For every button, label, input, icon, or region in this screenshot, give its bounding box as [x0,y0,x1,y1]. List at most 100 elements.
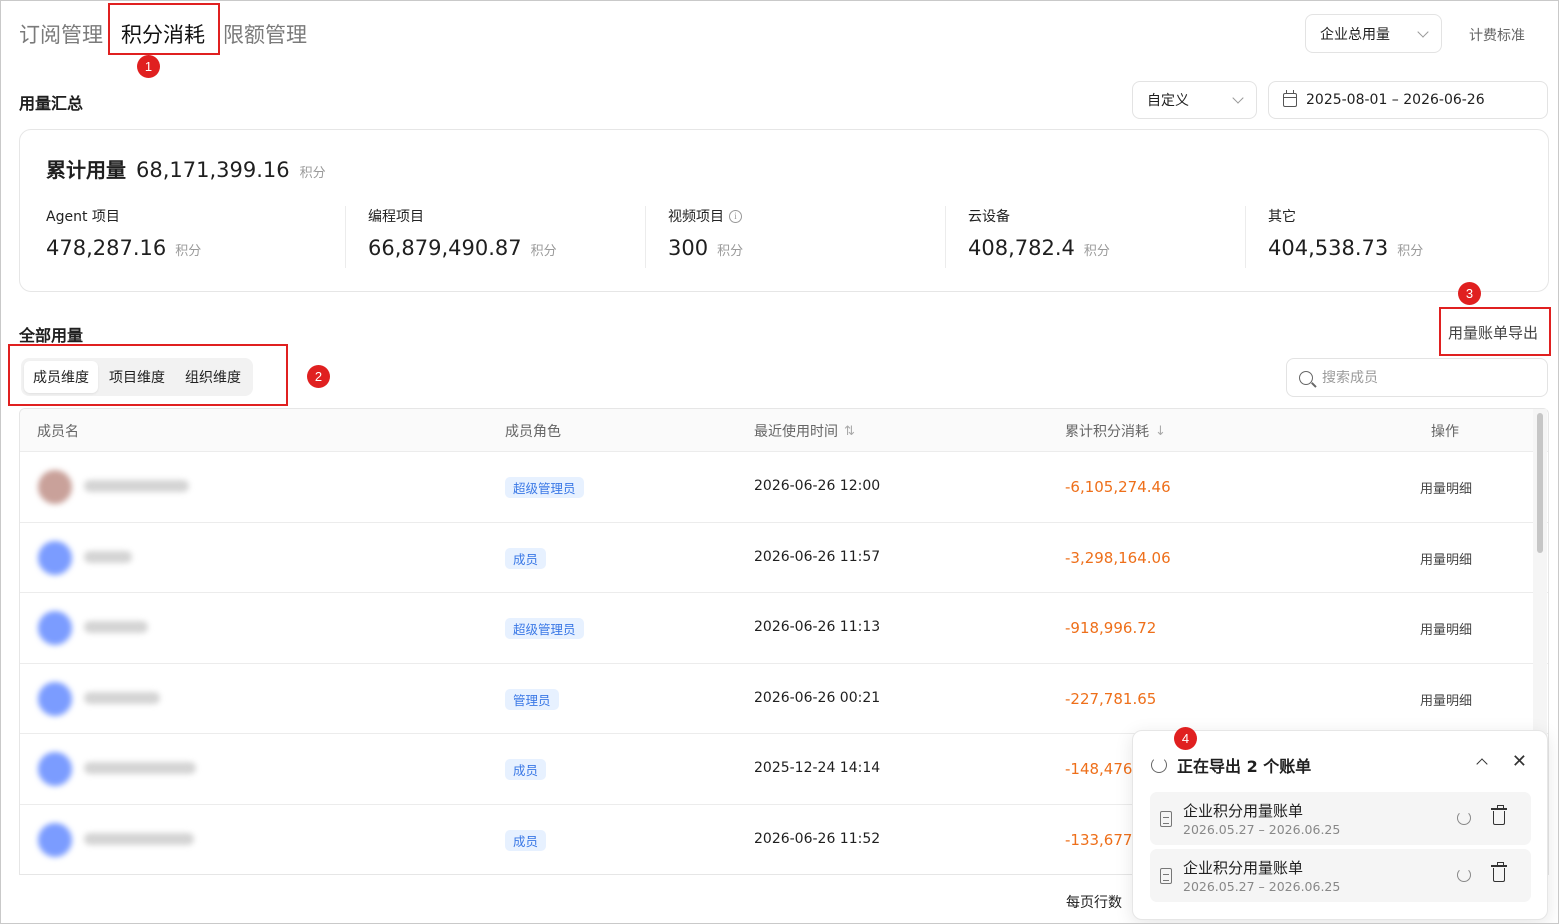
credit-consumption: -6,105,274.46 [1065,478,1171,496]
metric-cloud-device: 云设备 408,782.4 积分 [946,206,1246,268]
column-header-credits[interactable]: 累计积分消耗 ↓ [1065,421,1166,441]
total-usage-label: 累计用量 [46,158,126,182]
delete-icon[interactable] [1491,805,1507,825]
loading-spinner-icon [1457,811,1471,825]
info-icon[interactable]: i [729,209,742,223]
range-select-value: 自定义 [1147,93,1189,109]
role-tag: 成员 [505,759,547,780]
annotation-badge-4: 4 [1174,727,1197,750]
role-tag: 成员 [505,547,547,569]
tab-subscription[interactable]: 订阅管理 [19,17,103,51]
metric-value: 66,879,490.87 [368,236,522,260]
annotation-badge-2: 2 [307,365,330,388]
avatar [38,822,72,857]
app-frame: 订阅管理 积分消耗 限额管理 1 企业总用量 计费标准 用量汇总 自定义 202… [0,0,1559,924]
annotation-box-1 [108,3,220,55]
last-used-time: 2026-06-26 11:13 [754,619,881,635]
metric-value: 408,782.4 [968,236,1075,260]
search-icon [1299,370,1313,385]
export-panel-title: 正在导出 2 个账单 [1177,757,1312,776]
avatar [38,752,72,786]
metric-label: 编程项目 [368,209,424,225]
annotation-box-2 [8,344,288,406]
all-usage-title: 全部用量 [19,326,84,345]
member-search [1286,358,1548,397]
export-item-date: 2026.05.27 – 2026.06.25 [1183,822,1341,837]
column-header-action: 操作 [1431,424,1459,440]
scope-select[interactable]: 企业总用量 [1305,14,1442,53]
sort-icon[interactable]: ⇅ [844,424,855,439]
metric-label: 云设备 [968,209,1010,225]
range-select[interactable]: 自定义 [1132,81,1257,119]
metrics-row: Agent 项目 478,287.16 积分 编程项目 66,879,490.87… [46,206,1546,268]
metric-video: 视频项目 i 300 积分 [646,206,946,268]
metric-other: 其它 404,538.73 积分 [1246,206,1546,268]
annotation-badge-1: 1 [137,55,160,78]
last-used-time: 2026-06-26 00:21 [754,689,881,706]
avatar [38,540,72,575]
export-item: 企业积分用量账单 2026.05.27 – 2026.06.25 [1150,792,1531,845]
credit-consumption: -227,781.65 [1065,689,1157,708]
annotation-box-3 [1439,307,1551,356]
role-tag: 成员 [505,829,547,851]
role-tag: 管理员 [505,688,559,710]
member-name-blurred [84,621,148,633]
loading-spinner-icon [1151,757,1167,773]
usage-detail-link[interactable]: 用量明细 [1420,549,1472,568]
last-used-time: 2026-06-26 12:00 [754,478,881,494]
credit-consumption: -133,677. [1065,830,1138,849]
metric-unit: 积分 [1397,244,1424,259]
export-panel-actions: ✕ [1476,753,1527,771]
metric-coding: 编程项目 66,879,490.87 积分 [346,206,646,268]
loading-spinner-icon [1457,868,1471,882]
metric-agent: Agent 项目 478,287.16 积分 [46,206,346,268]
sort-desc-icon[interactable]: ↓ [1155,424,1166,439]
metric-value: 478,287.16 [46,236,167,260]
tab-quota-management[interactable]: 限额管理 [223,17,307,51]
column-header-label: 最近使用时间 [754,424,838,440]
metric-value: 404,538.73 [1268,236,1389,260]
search-input[interactable] [1322,369,1522,386]
metric-unit: 积分 [530,244,557,259]
column-header-role: 成员角色 [505,424,561,440]
collapse-icon[interactable] [1476,758,1488,770]
member-name-blurred [84,550,132,563]
file-icon [1160,811,1172,827]
usage-detail-link[interactable]: 用量明细 [1420,478,1472,497]
table-header: 成员名 成员角色 最近使用时间 ⇅ 累计积分消耗 ↓ 操作 [20,409,1548,452]
total-usage-row: 累计用量 68,171,399.16 积分 [46,154,326,183]
avatar [38,470,72,504]
chevron-down-icon [1232,92,1244,104]
calendar-icon [1283,90,1297,107]
metric-unit: 积分 [1083,244,1110,259]
total-usage-value: 68,171,399.16 [136,158,290,182]
table-row: 管理员 2026-06-26 00:21 -227,781.65 用量明细 [20,664,1548,734]
metric-label: 其它 [1268,209,1296,225]
annotation-badge-3: 3 [1458,282,1481,305]
column-header-last-used[interactable]: 最近使用时间 ⇅ [754,421,855,441]
delete-icon[interactable] [1491,862,1507,882]
scroll-thumb[interactable] [1537,413,1543,553]
export-item: 企业积分用量账单 2026.05.27 – 2026.06.25 [1150,849,1531,902]
date-range-value: 2025-08-01 – 2026-06-26 [1306,92,1485,108]
credit-consumption: -918,996.72 [1065,619,1157,637]
date-range-picker[interactable]: 2025-08-01 – 2026-06-26 [1268,81,1548,119]
table-row: 成员 2026-06-26 11:57 -3,298,164.06 用量明细 [20,523,1548,593]
role-tag: 超级管理员 [505,477,584,498]
export-item-date: 2026.05.27 – 2026.06.25 [1183,879,1341,894]
column-header-member: 成员名 [37,424,79,440]
export-progress-panel: 正在导出 2 个账单 ✕ 企业积分用量账单 2026.05.27 – 2026.… [1132,730,1548,920]
last-used-time: 2026-06-26 11:52 [754,830,881,847]
column-header-label: 累计积分消耗 [1065,424,1149,440]
metric-unit: 积分 [175,244,202,259]
metric-label: 视频项目 [668,209,724,225]
chevron-down-icon [1417,25,1429,38]
member-name-blurred [84,691,160,704]
last-used-time: 2026-06-26 11:57 [754,548,881,565]
billing-standard-link[interactable]: 计费标准 [1469,25,1525,45]
usage-detail-link[interactable]: 用量明细 [1420,690,1472,709]
credit-consumption: -3,298,164.06 [1065,548,1171,567]
close-icon[interactable]: ✕ [1512,753,1527,771]
metric-value: 300 [668,236,709,260]
usage-detail-link[interactable]: 用量明细 [1420,619,1472,638]
